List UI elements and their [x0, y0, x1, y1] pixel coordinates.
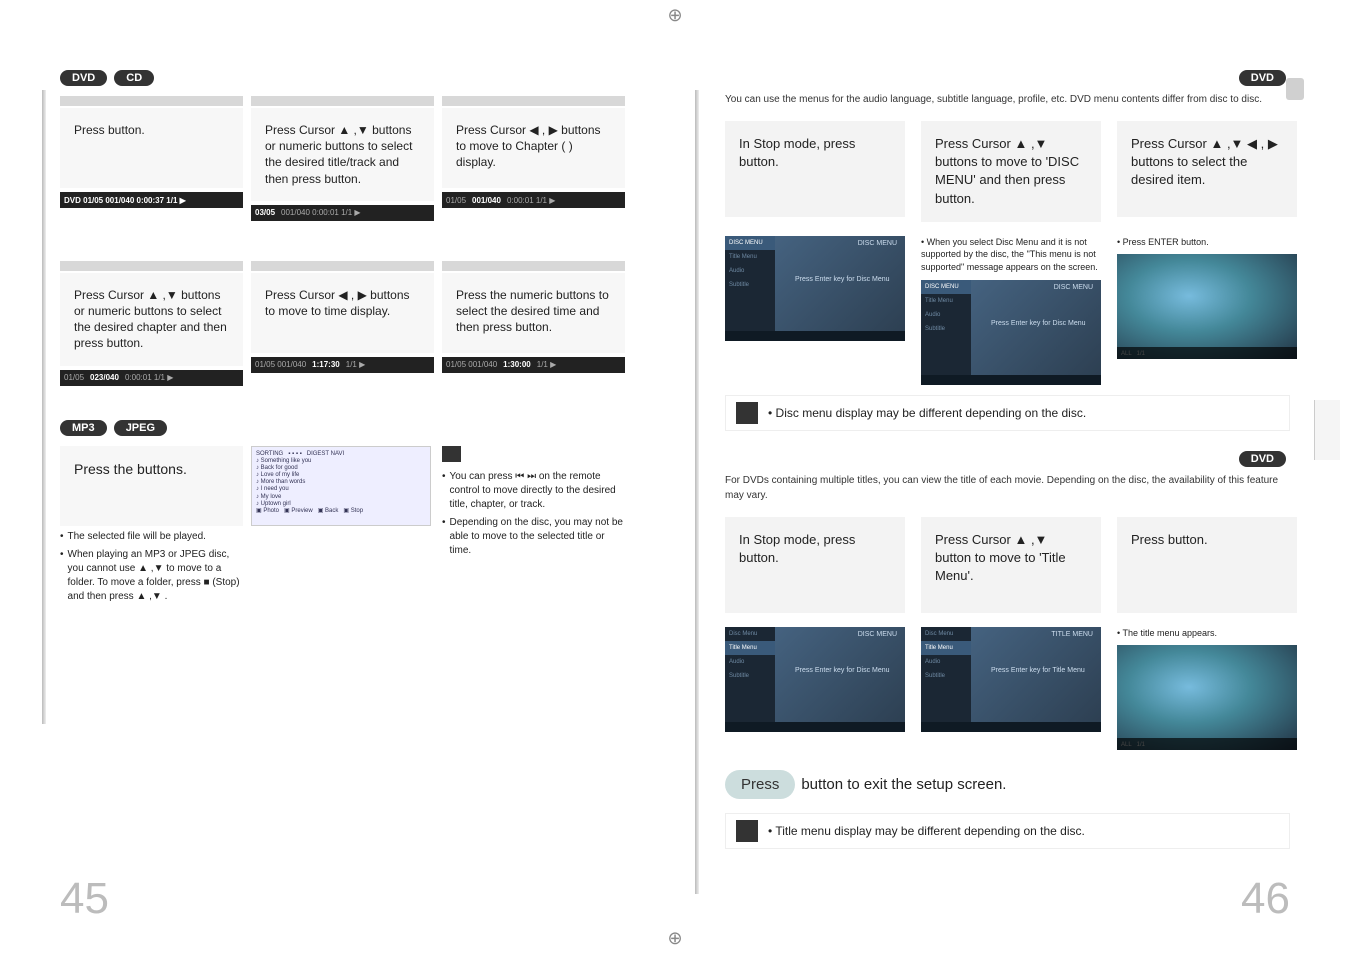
cell-2-3: Press the numeric buttons to select the … [442, 261, 625, 386]
cell-head [442, 96, 625, 106]
tag-row-media: MP3 JPEG [60, 420, 625, 436]
title-steps: In Stop mode, press button. Press Cursor… [725, 517, 1290, 751]
osd-1-1: DVD 01/05 001/040 0:00:37 1/1 ▶ [60, 192, 243, 208]
disc-step-2: Press Cursor ▲ ,▼ buttons to move to 'DI… [921, 121, 1101, 222]
tag-dvd-disc: DVD [1239, 70, 1286, 86]
cell-head [60, 261, 243, 271]
page-right: DVD You can use the menus for the audio … [675, 0, 1350, 954]
page-number-right: 46 [1241, 874, 1290, 924]
disc-step-3: Press Cursor ▲ ,▼ ◀ , ▶ buttons to selec… [1117, 121, 1297, 217]
disc-col-2b: • When you select Disc Menu and it is no… [921, 230, 1101, 385]
note-bullet-1: You can press ⏮ ⏭ on the remote control … [442, 470, 625, 512]
disc-col-3b: • Press ENTER button. ALL 1/1 [1117, 230, 1297, 360]
osd-1-3: 01/05 001/040 0:00:01 1/1 ▶ [442, 192, 625, 208]
disc-screen-2: DISC MENUTitle MenuAudioSubtitle Press E… [921, 280, 1101, 385]
title-step-2: Press Cursor ▲ ,▼ button to move to 'Tit… [921, 517, 1101, 613]
tag-cd: CD [114, 70, 154, 86]
page-number-left: 45 [60, 874, 109, 924]
tag-dvd: DVD [60, 70, 107, 86]
cell-head [251, 261, 434, 271]
callout-icon [736, 402, 758, 424]
title-step-1: In Stop mode, press button. [725, 517, 905, 613]
disc-playback-image: ALL 1/1 [1117, 254, 1297, 359]
thumb-tab [1286, 78, 1304, 100]
step-text: Press the numeric buttons to select the … [442, 273, 625, 353]
disc-screen-1: DISC MENUTitle MenuAudioSubtitle Press E… [725, 236, 905, 341]
cell-head [442, 261, 625, 271]
tag-dvd-title: DVD [1239, 451, 1286, 467]
title-col-3b: • The title menu appears. ALL 1/1 [1117, 621, 1297, 751]
osd-2-1: 01/05 023/040 0:00:01 1/1 ▶ [60, 370, 243, 386]
tag-row-disc: DVD [725, 70, 1290, 86]
tag-row-title: DVD [725, 451, 1290, 467]
media-bullet-2: When playing an MP3 or JPEG disc, you ca… [60, 548, 243, 604]
title-callout: • Title menu display may be different de… [725, 813, 1290, 849]
step-text: Press Cursor ◀ , ▶ buttons to move to ti… [251, 273, 434, 353]
spread: DVD CD Press button. DVD 01/05 001/040 0… [0, 0, 1350, 954]
disc-col-1b: DISC MENUTitle MenuAudioSubtitle Press E… [725, 230, 905, 341]
title-playback-image: ALL 1/1 [1117, 645, 1297, 750]
tag-mp3: MP3 [60, 420, 107, 436]
exit-row: Press button to exit the setup screen. [725, 770, 1290, 799]
disc-intro: You can use the menus for the audio lang… [725, 92, 1290, 107]
note-bullet-2: Depending on the disc, you may not be ab… [442, 516, 625, 558]
managed-screen-2: Disc MenuTitle MenuAudioSubtitle Press E… [921, 627, 1101, 732]
media-step-text: Press the buttons. [60, 446, 243, 526]
exit-text: button to exit the setup screen. [801, 776, 1006, 793]
exit-press-pill: Press [725, 770, 795, 799]
step-text: Press button. [60, 108, 243, 188]
cell-head [60, 96, 243, 106]
disc-callout: • Disc menu display may be different dep… [725, 395, 1290, 431]
media-col-3: You can press ⏮ ⏭ on the remote control … [442, 446, 625, 604]
osd-1-2: 03/05 001/040 0:00:01 1/1 ▶ [251, 205, 434, 221]
note-label [442, 446, 461, 462]
mp3-screen-thumb: SORTING ▪ ▪ ▪ ▪ DIGEST NAVI ♪ Something … [251, 446, 431, 526]
title-intro: For DVDs containing multiple titles, you… [725, 473, 1290, 503]
instruction-grid-2: Press Cursor ▲ ,▼ buttons or numeric but… [60, 261, 625, 386]
title-note-3: • The title menu appears. [1117, 627, 1297, 640]
disc-note-3: • Press ENTER button. [1117, 236, 1297, 249]
media-col-2: SORTING ▪ ▪ ▪ ▪ DIGEST NAVI ♪ Something … [251, 446, 434, 604]
cell-1-1: Press button. DVD 01/05 001/040 0:00:37 … [60, 96, 243, 221]
tag-row-left: DVD CD [60, 70, 625, 86]
disc-note-2: • When you select Disc Menu and it is no… [921, 236, 1101, 274]
cell-head [251, 96, 434, 106]
osd-2-3: 01/05 001/040 1:30:00 1/1 ▶ [442, 357, 625, 373]
cell-2-1: Press Cursor ▲ ,▼ buttons or numeric but… [60, 261, 243, 386]
title-step-3: Press button. [1117, 517, 1297, 613]
cell-1-3: Press Cursor ◀ , ▶ buttons to move to Ch… [442, 96, 625, 221]
tag-jpeg: JPEG [114, 420, 167, 436]
title-col-1b: Disc MenuTitle MenuAudioSubtitle Press E… [725, 621, 905, 732]
callout-icon [736, 820, 758, 842]
managed-screen-1: Disc MenuTitle MenuAudioSubtitle Press E… [725, 627, 905, 732]
cell-2-2: Press Cursor ◀ , ▶ buttons to move to ti… [251, 261, 434, 386]
instruction-grid-1: Press button. DVD 01/05 001/040 0:00:37 … [60, 96, 625, 221]
media-col-1: Press the buttons. The selected file wil… [60, 446, 243, 604]
disc-step-1: In Stop mode, press button. [725, 121, 905, 217]
media-row: Press the buttons. The selected file wil… [60, 446, 625, 604]
disc-steps: In Stop mode, press button. Press Cursor… [725, 121, 1290, 385]
cell-1-2: Press Cursor ▲ ,▼ buttons or numeric but… [251, 96, 434, 221]
step-text: Press Cursor ▲ ,▼ buttons or numeric but… [251, 108, 434, 201]
step-text: Press Cursor ▲ ,▼ buttons or numeric but… [60, 273, 243, 366]
step-text: Press Cursor ◀ , ▶ buttons to move to Ch… [442, 108, 625, 188]
title-col-2b: Disc MenuTitle MenuAudioSubtitle Press E… [921, 621, 1101, 732]
title-callout-text: Title menu display may be different depe… [775, 824, 1085, 838]
page-left: DVD CD Press button. DVD 01/05 001/040 0… [0, 0, 675, 954]
disc-callout-text: Disc menu display may be different depen… [776, 406, 1087, 420]
media-bullet-1: The selected file will be played. [60, 530, 243, 544]
osd-2-2: 01/05 001/040 1:17:30 1/1 ▶ [251, 357, 434, 373]
